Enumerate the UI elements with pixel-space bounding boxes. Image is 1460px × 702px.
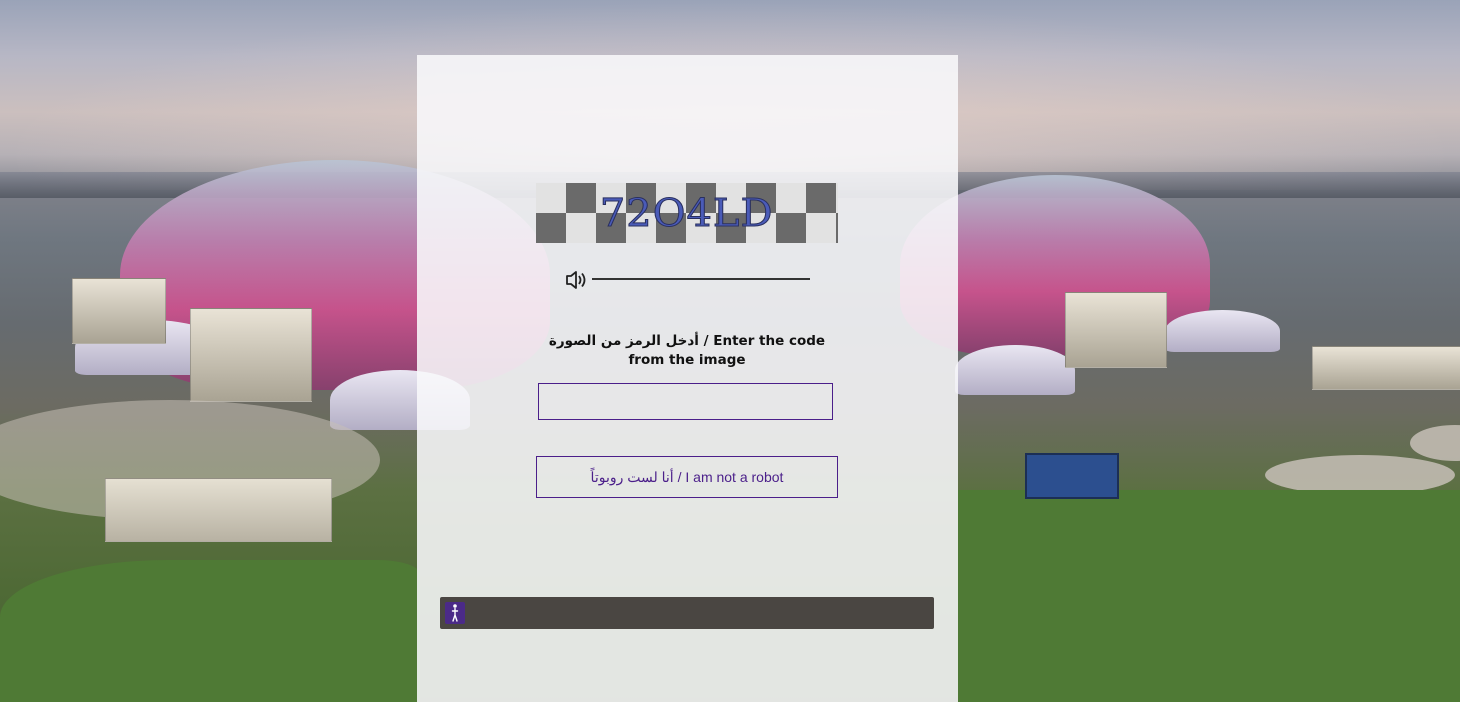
building-left-1 — [72, 278, 166, 344]
lawn-right — [958, 490, 1460, 702]
building-left-2 — [190, 308, 312, 402]
captcha-image: 72O4LD — [536, 183, 838, 243]
building-right-2 — [1312, 346, 1460, 390]
accessibility-bar — [440, 597, 934, 629]
audio-progress-track[interactable] — [592, 278, 810, 280]
stage-screen — [1025, 453, 1119, 499]
plaza-far-right — [1410, 425, 1460, 461]
dome-far-right — [1165, 310, 1280, 352]
captcha-prompt: أدخل الرمز من الصورة / Enter the code fr… — [548, 333, 826, 368]
lawn-left — [0, 560, 420, 702]
plaza-right — [1265, 455, 1455, 495]
accessibility-person-icon[interactable] — [445, 602, 465, 624]
speaker-icon[interactable] — [565, 269, 589, 291]
dome-right — [955, 345, 1075, 395]
tent-left — [105, 478, 332, 542]
not-a-robot-button[interactable]: أنا لست روبوتاً / I am not a robot — [536, 456, 838, 498]
captcha-text: 72O4LD — [600, 191, 774, 236]
captcha-panel: 72O4LD أدخل الرمز من الصورة / Enter the … — [417, 55, 958, 702]
captcha-code-input[interactable] — [538, 383, 833, 420]
building-right-1 — [1065, 292, 1167, 368]
audio-player[interactable] — [565, 267, 811, 293]
